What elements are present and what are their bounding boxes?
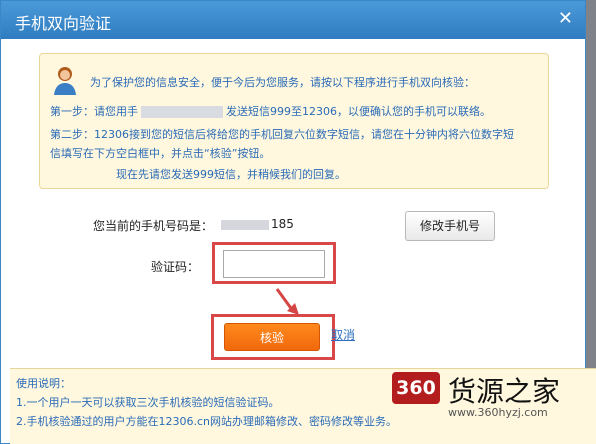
watermark-url: www.360hyzj.com	[448, 406, 548, 419]
usage-line1: 1.一个用户一天可以获取三次手机核验的短信验证码。	[16, 396, 280, 409]
watermark-logo: 360	[392, 372, 440, 404]
cancel-link[interactable]: 取消	[331, 326, 355, 343]
verify-button[interactable]: 核验	[224, 323, 320, 351]
notice-step1: 第一步：请您用手 发送短信999至12306，以便确认您的手机可以联络。	[50, 103, 491, 119]
notice-step2-line1: 第二步：12306接到您的短信后将给您的手机回复六位数字短信，请您在十分钟内将六…	[50, 128, 514, 141]
code-label: 验证码：	[151, 260, 200, 274]
code-highlight	[212, 242, 336, 284]
usage-title: 使用说明：	[16, 377, 71, 390]
redacted-phone-digits	[221, 219, 269, 230]
avatar	[54, 67, 76, 95]
notice-now: 现在先请您发送999短信，并稍候我们的回复。	[116, 168, 346, 181]
arrow-icon	[275, 288, 299, 315]
watermark-text: 货源之家	[448, 375, 561, 408]
change-phone-button[interactable]: 修改手机号	[405, 211, 495, 241]
dialog-titlebar: 手机双向验证 ✕	[1, 1, 585, 39]
verify-highlight: 核验	[211, 314, 335, 360]
watermark: 360 货源之家 www.360hyzj.com	[392, 372, 584, 428]
notice-panel: 为了保护您的信息安全，便于今后为您服务，请按以下程序进行手机双向核验： 第一步：…	[39, 53, 549, 189]
phone-number: 185	[221, 217, 294, 231]
notice-intro: 为了保护您的信息安全，便于今后为您服务，请按以下程序进行手机双向核验：	[90, 76, 475, 89]
dialog-title: 手机双向验证	[15, 14, 112, 33]
notice-step2-line2: 信填写在下方空白框中，并点击“核验”按钮。	[50, 147, 271, 160]
phone-label: 您当前的手机号码是：	[93, 219, 214, 233]
close-icon[interactable]: ✕	[558, 8, 573, 29]
phone-suffix: 185	[271, 217, 294, 231]
step1-suffix: 发送短信999至12306，以便确认您的手机可以联络。	[226, 105, 491, 118]
redacted-phone	[141, 106, 223, 118]
step1-prefix: 第一步：请您用手	[50, 105, 138, 118]
verification-code-input[interactable]	[223, 250, 325, 278]
usage-line2: 2.手机核验通过的用户方能在12306.cn网站办理邮箱修改、密码修改等业务。	[16, 415, 398, 428]
